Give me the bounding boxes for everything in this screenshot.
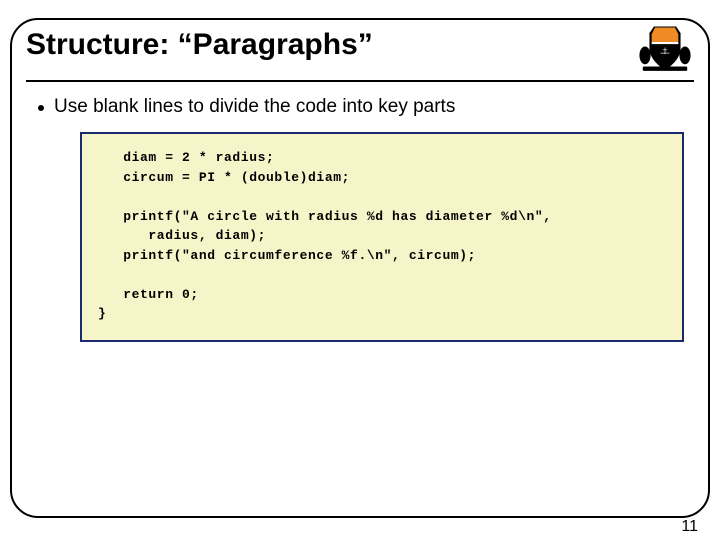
princeton-shield-icon [636, 22, 694, 72]
code-box: diam = 2 * radius; circum = PI * (double… [80, 132, 684, 342]
bullet-text: Use blank lines to divide the code into … [54, 96, 455, 118]
slide-stage: Structure: “Paragraphs” [0, 0, 720, 540]
slide-title: Structure: “Paragraphs” [26, 28, 373, 62]
title-bar: Structure: “Paragraphs” [26, 28, 694, 82]
page-number: 11 [681, 518, 698, 536]
bullet-dot-icon [38, 105, 44, 111]
code-content: diam = 2 * radius; circum = PI * (double… [98, 148, 666, 324]
bullet-item: Use blank lines to divide the code into … [38, 96, 660, 118]
